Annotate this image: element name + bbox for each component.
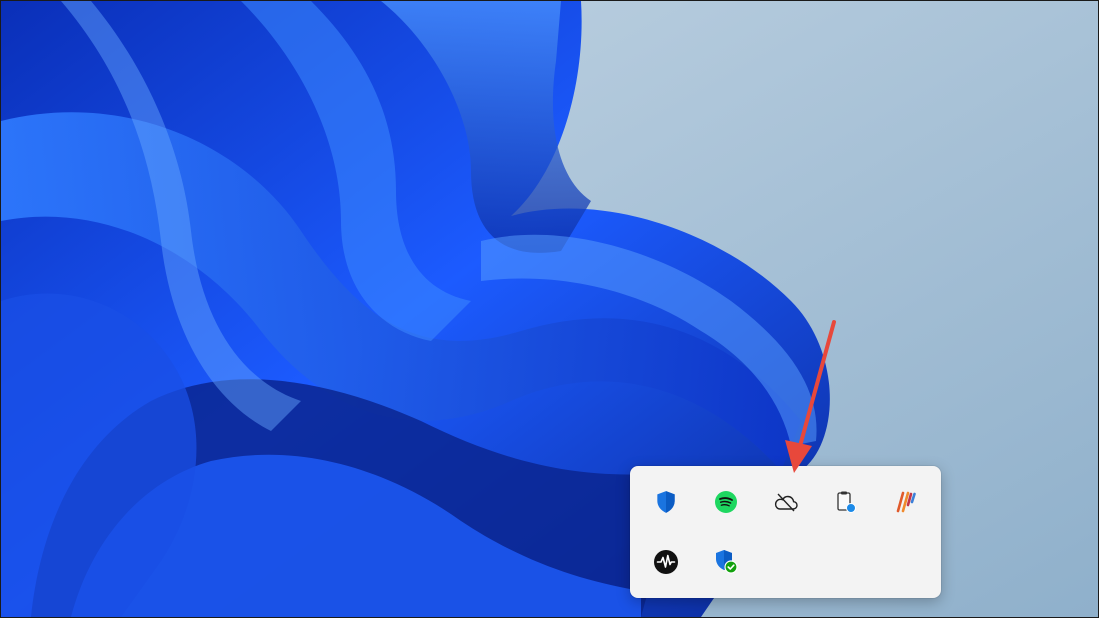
windows-security-shield-icon[interactable] — [646, 482, 686, 522]
onedrive-sync-paused-icon[interactable] — [766, 482, 806, 522]
colorful-stripes-app-icon[interactable] — [886, 482, 926, 522]
audio-waveform-app-icon[interactable] — [646, 542, 686, 582]
clipboard-status-icon[interactable] — [826, 482, 866, 522]
defender-check-shield-icon[interactable] — [706, 542, 746, 582]
spotify-icon[interactable] — [706, 482, 746, 522]
system-tray-overflow-flyout — [630, 466, 941, 598]
